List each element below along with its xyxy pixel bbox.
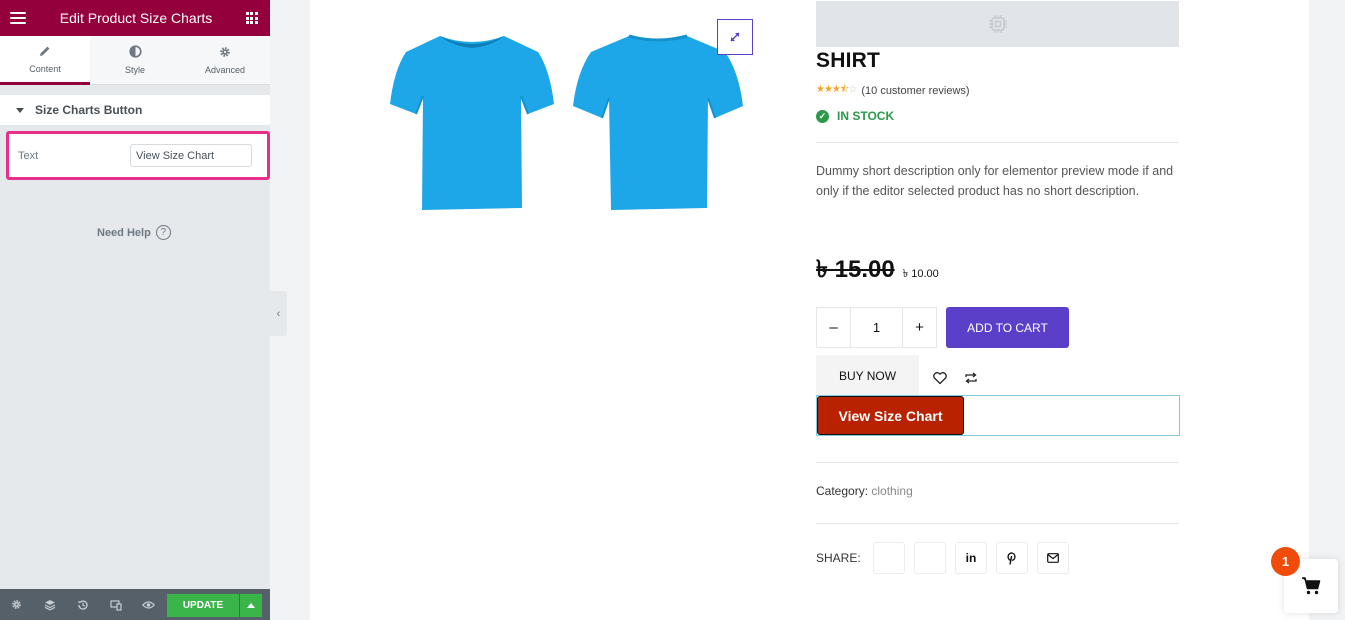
caret-down-icon bbox=[16, 107, 24, 113]
divider bbox=[816, 142, 1179, 143]
add-to-cart-button[interactable]: ADD TO CART bbox=[946, 307, 1069, 348]
share-label: SHARE: bbox=[816, 551, 861, 565]
tab-advanced[interactable]: Advanced bbox=[180, 36, 270, 85]
panel-footer: UPDATE bbox=[0, 589, 270, 620]
section-size-charts-button[interactable]: Size Charts Button bbox=[0, 95, 270, 125]
share-pinterest-button[interactable] bbox=[996, 542, 1028, 574]
share-email-button[interactable] bbox=[1037, 542, 1069, 574]
need-help-label: Need Help bbox=[97, 226, 151, 239]
button-text-input[interactable] bbox=[130, 144, 252, 167]
panel-header: Edit Product Size Charts bbox=[0, 0, 270, 36]
buy-now-button[interactable]: BUY NOW bbox=[816, 355, 919, 396]
page-preview: SHIRT ★★★⯪☆ (10 customer reviews) ✓ IN S… bbox=[310, 0, 1309, 620]
sale-price: ৳ 10.00 bbox=[902, 268, 939, 280]
navigator-layers-icon[interactable] bbox=[41, 596, 58, 613]
tab-style-label: Style bbox=[124, 65, 145, 75]
chip-placeholder-icon bbox=[988, 15, 1007, 33]
customer-reviews-link[interactable]: (10 customer reviews) bbox=[861, 85, 969, 97]
section-title: Size Charts Button bbox=[35, 103, 143, 117]
quantity-stepper: – 1 + bbox=[816, 307, 937, 348]
cart-count-badge: 1 bbox=[1271, 547, 1300, 576]
tab-style[interactable]: Style bbox=[90, 36, 180, 85]
pencil-icon bbox=[39, 44, 51, 60]
tab-content[interactable]: Content bbox=[0, 36, 90, 85]
stock-status: ✓ IN STOCK bbox=[816, 109, 894, 123]
tshirt-front-image bbox=[390, 36, 554, 210]
tshirt-back-image bbox=[573, 34, 743, 210]
stock-status-text: IN STOCK bbox=[837, 109, 895, 123]
category-label: Category: bbox=[816, 484, 869, 498]
responsive-mode-icon[interactable] bbox=[107, 596, 124, 613]
image-placeholder bbox=[816, 1, 1179, 47]
check-circle-icon: ✓ bbox=[816, 109, 829, 123]
expand-arrows-icon bbox=[730, 32, 740, 42]
linkedin-icon: in bbox=[965, 551, 977, 565]
half-circle-icon bbox=[128, 45, 142, 61]
update-options-caret-icon[interactable] bbox=[240, 594, 262, 617]
quantity-decrease-button[interactable]: – bbox=[817, 308, 850, 347]
tab-advanced-label: Advanced bbox=[204, 65, 246, 75]
short-description: Dummy short description only for element… bbox=[816, 164, 1174, 198]
divider bbox=[816, 462, 1179, 463]
product-price: ৳ 15.00 ৳ 10.00 bbox=[816, 251, 939, 291]
need-help-link[interactable]: Need Help ? bbox=[97, 225, 171, 240]
quantity-increase-button[interactable]: + bbox=[903, 308, 936, 347]
panel-title: Edit Product Size Charts bbox=[59, 10, 213, 26]
share-row: SHARE: in bbox=[816, 542, 1078, 574]
update-button[interactable]: UPDATE bbox=[167, 594, 239, 617]
gear-icon bbox=[219, 45, 231, 61]
wishlist-heart-icon[interactable] bbox=[932, 370, 948, 386]
zoom-expand-button[interactable] bbox=[717, 19, 753, 55]
widgets-grid-icon[interactable] bbox=[245, 12, 258, 24]
quantity-input[interactable]: 1 bbox=[850, 308, 903, 347]
settings-icon[interactable] bbox=[8, 596, 25, 613]
size-chart-widget: View Size Chart bbox=[816, 395, 1180, 436]
text-control: Text bbox=[6, 131, 270, 180]
panel-tabs: Content Style Advanced bbox=[0, 36, 270, 85]
envelope-icon bbox=[1047, 553, 1059, 563]
category-link[interactable]: clothing bbox=[871, 484, 912, 498]
question-icon: ? bbox=[155, 225, 171, 240]
history-icon[interactable] bbox=[74, 596, 91, 613]
view-size-chart-button[interactable]: View Size Chart bbox=[817, 396, 964, 435]
star-rating-icon: ★★★⯪☆ bbox=[816, 84, 857, 95]
collapse-panel-chevron-icon[interactable]: ‹ bbox=[270, 291, 287, 336]
text-control-label: Text bbox=[18, 149, 39, 162]
product-title: SHIRT bbox=[816, 49, 880, 72]
menu-icon[interactable] bbox=[10, 12, 26, 24]
shopping-cart-icon bbox=[1302, 577, 1321, 595]
compare-arrows-icon[interactable] bbox=[963, 370, 979, 386]
product-category: Category: clothing bbox=[816, 484, 913, 498]
divider bbox=[816, 523, 1179, 524]
tab-content-label: Content bbox=[29, 64, 61, 74]
product-rating: ★★★⯪☆ (10 customer reviews) bbox=[816, 82, 970, 99]
share-facebook-button[interactable] bbox=[873, 542, 905, 574]
share-twitter-button[interactable] bbox=[914, 542, 946, 574]
editor-panel: Edit Product Size Charts Content Style A… bbox=[0, 0, 270, 620]
pinterest-icon bbox=[1007, 551, 1016, 565]
preview-eye-icon[interactable] bbox=[140, 596, 157, 613]
regular-price: ৳ 15.00 bbox=[816, 256, 895, 283]
share-linkedin-button[interactable]: in bbox=[955, 542, 987, 574]
